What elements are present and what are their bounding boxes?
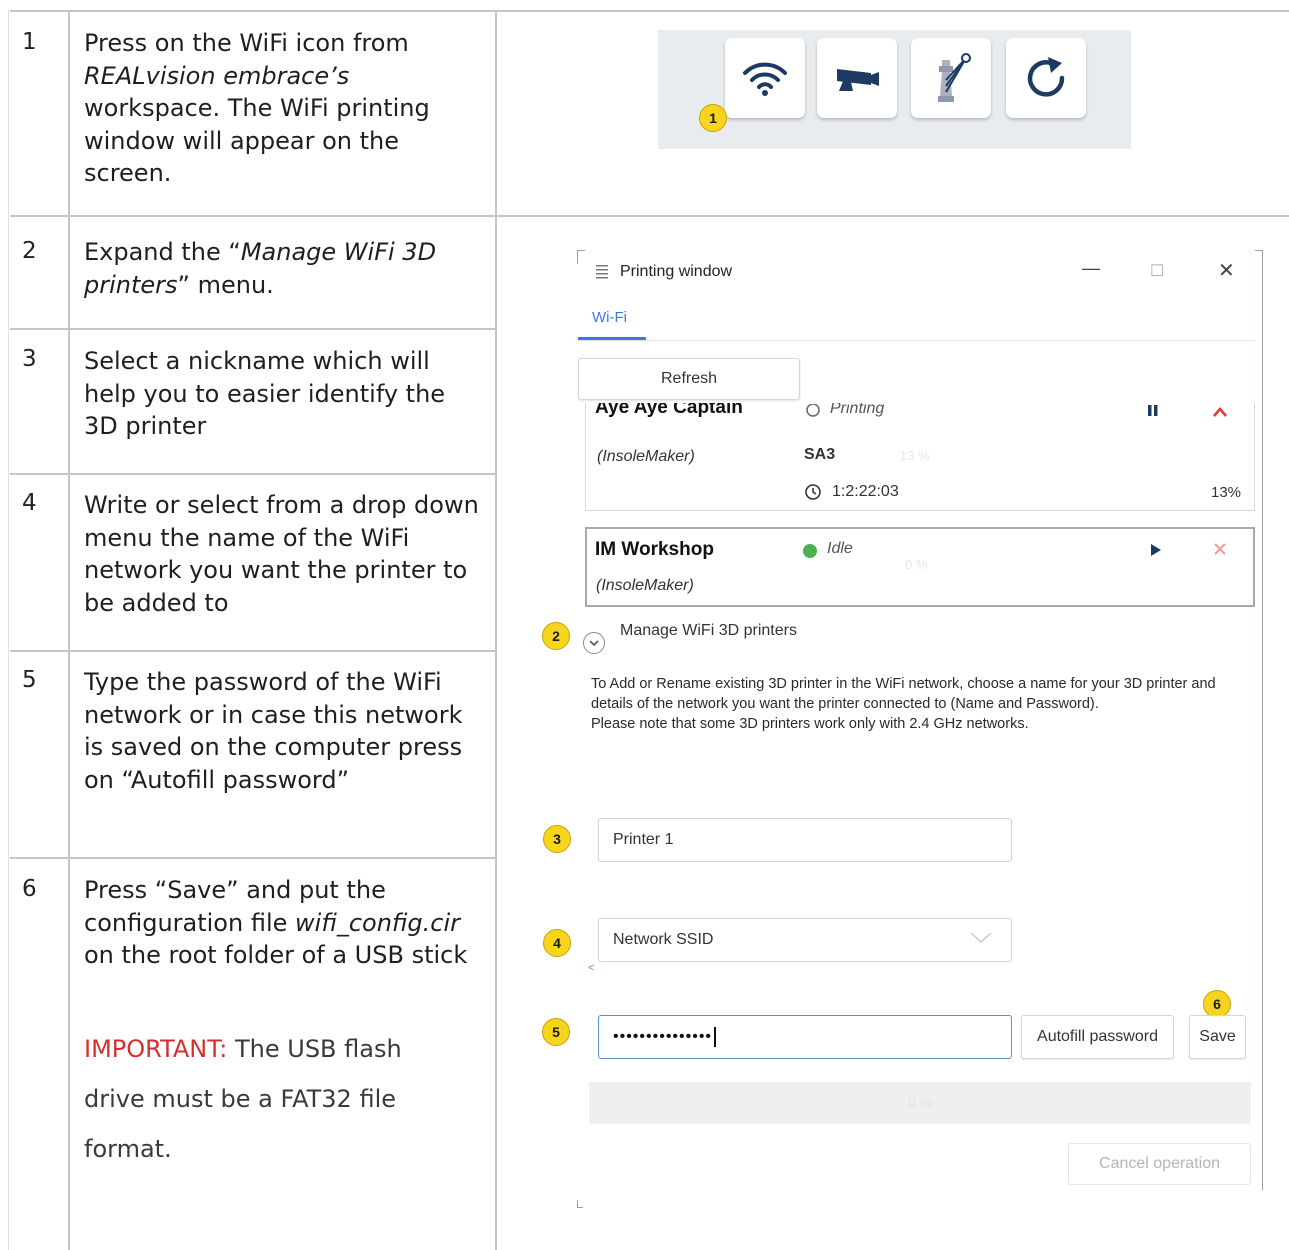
- step-number-6: 6: [22, 876, 37, 902]
- tower-icon: [928, 50, 974, 106]
- step-marker-4: 4: [543, 929, 571, 957]
- row-divider-5: [10, 857, 497, 859]
- step-number-1: 1: [22, 29, 37, 55]
- step-text-2: Expand the “Manage WiFi 3D printers” men…: [84, 238, 437, 299]
- table-border-mid: [495, 10, 497, 1250]
- step-text-5: Type the password of the WiFi network or…: [84, 668, 463, 794]
- printer-type: (InsoleMaker): [597, 448, 695, 465]
- step-text-1: Press on the WiFi icon from REALvision e…: [84, 29, 430, 187]
- row-divider-4: [10, 650, 497, 652]
- minimize-button[interactable]: —: [1082, 258, 1100, 279]
- printer-model: SA3: [804, 446, 836, 463]
- tab-wifi[interactable]: Wi-Fi: [592, 309, 627, 326]
- text-caret: [714, 1027, 717, 1047]
- row-divider-1: [10, 215, 1289, 217]
- close-button[interactable]: ✕: [1218, 258, 1235, 283]
- window-corner: [577, 1200, 583, 1208]
- printer-percent-ghost: 0 %: [905, 557, 928, 572]
- printer-name: Aye Aye Captain: [595, 403, 743, 418]
- step-marker-6: 6: [1203, 990, 1231, 1018]
- password-input[interactable]: •••••••••••••••: [598, 1015, 1012, 1059]
- printer-type: (InsoleMaker): [596, 577, 694, 594]
- chevron-down-icon: [588, 634, 600, 652]
- chevron-down-icon: [969, 931, 993, 950]
- step-marker-1: 1: [699, 104, 727, 132]
- play-icon[interactable]: [1149, 543, 1163, 562]
- printer-percent-ghost: 13 %: [900, 448, 930, 463]
- printer-status: Printing: [830, 403, 885, 417]
- nickname-input[interactable]: Printer 1: [598, 818, 1012, 862]
- window-menu-icon: [595, 264, 609, 285]
- table-border-left: [68, 10, 70, 1250]
- password-dots: •••••••••••••••: [613, 1028, 713, 1045]
- status-dot-icon: [802, 543, 818, 564]
- step-number-5: 5: [22, 667, 37, 693]
- save-button[interactable]: Save: [1189, 1015, 1246, 1059]
- ssid-placeholder: Network SSID: [613, 931, 714, 948]
- step-marker-3: 3: [543, 825, 571, 853]
- network-ssid-dropdown[interactable]: Network SSID: [598, 918, 1012, 962]
- important-note: IMPORTANT: The USB flash drive must be a…: [84, 1035, 402, 1163]
- important-label: IMPORTANT:: [84, 1035, 228, 1063]
- tower-button[interactable]: [911, 38, 991, 118]
- step-marker-2: 2: [542, 622, 570, 650]
- autofill-password-button[interactable]: Autofill password: [1021, 1015, 1174, 1059]
- printing-status-icon: [805, 403, 821, 425]
- camera-button[interactable]: [817, 38, 897, 118]
- manage-expand-toggle[interactable]: [583, 632, 605, 654]
- step-number-4: 4: [22, 490, 37, 516]
- refresh-icon: [1022, 54, 1070, 102]
- step-number-3: 3: [22, 346, 37, 372]
- refresh-list-button[interactable]: Refresh: [578, 358, 800, 400]
- clock-icon: [804, 483, 822, 506]
- table-border-top: [10, 10, 1289, 12]
- tab-divider: [578, 340, 1256, 341]
- wifi-button[interactable]: [725, 38, 805, 118]
- step-text-4: Write or select from a drop down menu th…: [84, 491, 479, 617]
- row-divider-2: [10, 328, 497, 330]
- table-edge-left: [8, 10, 9, 1250]
- stop-icon[interactable]: [1212, 405, 1228, 423]
- manage-description: To Add or Rename existing 3D printer in …: [591, 676, 1216, 732]
- printer-name: IM Workshop: [595, 539, 714, 560]
- camera-icon: [831, 61, 883, 95]
- printer-progress: 13%: [1211, 484, 1242, 501]
- remove-icon[interactable]: [1213, 542, 1227, 561]
- wifi-icon: [742, 58, 788, 98]
- printer-card[interactable]: IM Workshop Idle 0 % (InsoleMaker): [585, 527, 1255, 607]
- step-marker-5: 5: [542, 1018, 570, 1046]
- window-title: Printing window: [620, 263, 733, 280]
- step-text-3: Select a nickname which will help you to…: [84, 347, 446, 440]
- printer-elapsed-time: 1:2:22:03: [832, 483, 899, 500]
- printer-status: Idle: [827, 540, 853, 557]
- small-glyph: <: [588, 962, 595, 974]
- printer-card[interactable]: Aye Aye Captain Printing (InsoleMaker) S…: [585, 403, 1255, 511]
- step-text-6: Press “Save” and put the configuration f…: [84, 876, 468, 969]
- toolbar-screenshot: [658, 30, 1131, 149]
- manage-printers-label[interactable]: Manage WiFi 3D printers: [620, 622, 797, 640]
- cancel-operation-button[interactable]: Cancel operation: [1068, 1143, 1251, 1185]
- refresh-button[interactable]: [1006, 38, 1086, 118]
- window-corner: [577, 250, 585, 264]
- maximize-button[interactable]: ☐: [1150, 261, 1164, 281]
- pause-icon[interactable]: [1146, 405, 1160, 424]
- window-corner: [1255, 250, 1263, 1190]
- step-number-2: 2: [22, 238, 37, 264]
- operation-progress-bar: 0 %: [589, 1082, 1251, 1124]
- row-divider-3: [10, 473, 497, 475]
